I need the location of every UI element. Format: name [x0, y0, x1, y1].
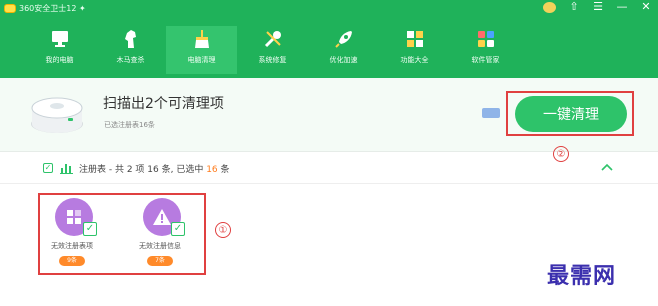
nav-label: 功能大全: [400, 56, 429, 64]
nav-item-speedup[interactable]: 优化加速: [308, 26, 379, 74]
menu-icon[interactable]: ☰: [592, 0, 604, 14]
nav-label: 电脑清理: [187, 56, 216, 64]
nav-item-trojan-scan[interactable]: 木马查杀: [95, 26, 166, 74]
item-count-badge: 9条: [59, 256, 85, 266]
item-count-badge: 7条: [147, 256, 173, 266]
nav-label: 我的电脑: [45, 56, 74, 64]
grid-icon: [404, 29, 426, 49]
registry-summary-suffix: 条: [217, 165, 230, 175]
status-icon[interactable]: [543, 2, 556, 13]
registry-selected-count: 16: [206, 165, 218, 175]
window-controls: ⇧ ☰ — ✕: [568, 0, 652, 14]
mini-badge-icon[interactable]: [482, 108, 500, 118]
app-logo-icon: [4, 3, 16, 13]
scan-result-title: 扫描出2个可清理项: [103, 96, 224, 112]
nav-item-software-manager[interactable]: 软件管家: [450, 26, 521, 74]
nav-item-system-repair[interactable]: 系统修复: [237, 26, 308, 74]
nav-item-my-computer[interactable]: 我的电脑: [24, 26, 95, 74]
chevron-up-icon[interactable]: [599, 159, 615, 175]
item-label: 无效注册表项: [51, 242, 93, 250]
nav-label: 优化加速: [329, 56, 358, 64]
main-nav: 我的电脑 木马查杀 电脑清理 系统修复 优化加速 功能大全 软件管家: [24, 26, 521, 74]
apps-icon: [475, 29, 497, 49]
monitor-icon: [49, 29, 71, 49]
registry-summary: 注册表 - 共 2 项 16 条, 已选中 16 条: [79, 162, 230, 175]
app-title: 360安全卫士12 ✦: [19, 3, 86, 13]
broom-icon: [191, 29, 213, 49]
app-header: 360安全卫士12 ✦ ⇧ ☰ — ✕ 我的电脑 木马查杀 电脑清理 系统修复 …: [0, 0, 658, 78]
close-button[interactable]: ✕: [640, 0, 652, 14]
bar-chart-icon: [60, 164, 73, 174]
annotation-number-1: ①: [215, 222, 231, 238]
skin-icon[interactable]: ⇧: [568, 0, 580, 14]
wrench-icon: [262, 29, 284, 49]
robot-vacuum-icon: [31, 97, 83, 133]
clean-item-invalid-registry[interactable]: ✓ 无效注册表项 9条: [39, 198, 105, 272]
minimize-button[interactable]: —: [616, 0, 628, 14]
scan-result-subtitle: 已选注册表16条: [104, 121, 155, 129]
item-checkbox[interactable]: ✓: [83, 222, 97, 236]
item-checkbox[interactable]: ✓: [171, 222, 185, 236]
clean-item-invalid-registry-info[interactable]: ✓ 无效注册信息 7条: [127, 198, 193, 272]
nav-label: 木马查杀: [116, 56, 145, 64]
nav-item-features[interactable]: 功能大全: [379, 26, 450, 74]
watermark-text: 最需网: [547, 263, 617, 289]
annotation-box-clean-button: [506, 91, 634, 136]
nav-label: 系统修复: [258, 56, 287, 64]
nav-item-cleanup[interactable]: 电脑清理: [166, 26, 237, 74]
item-label: 无效注册信息: [139, 242, 181, 250]
horse-icon: [120, 29, 142, 49]
app-title-area: 360安全卫士12 ✦: [4, 1, 86, 15]
registry-checkbox[interactable]: ✓: [43, 163, 53, 173]
registry-summary-prefix: 注册表 - 共 2 项 16 条, 已选中: [79, 165, 207, 175]
rocket-icon: [333, 29, 355, 49]
nav-label: 软件管家: [471, 56, 500, 64]
